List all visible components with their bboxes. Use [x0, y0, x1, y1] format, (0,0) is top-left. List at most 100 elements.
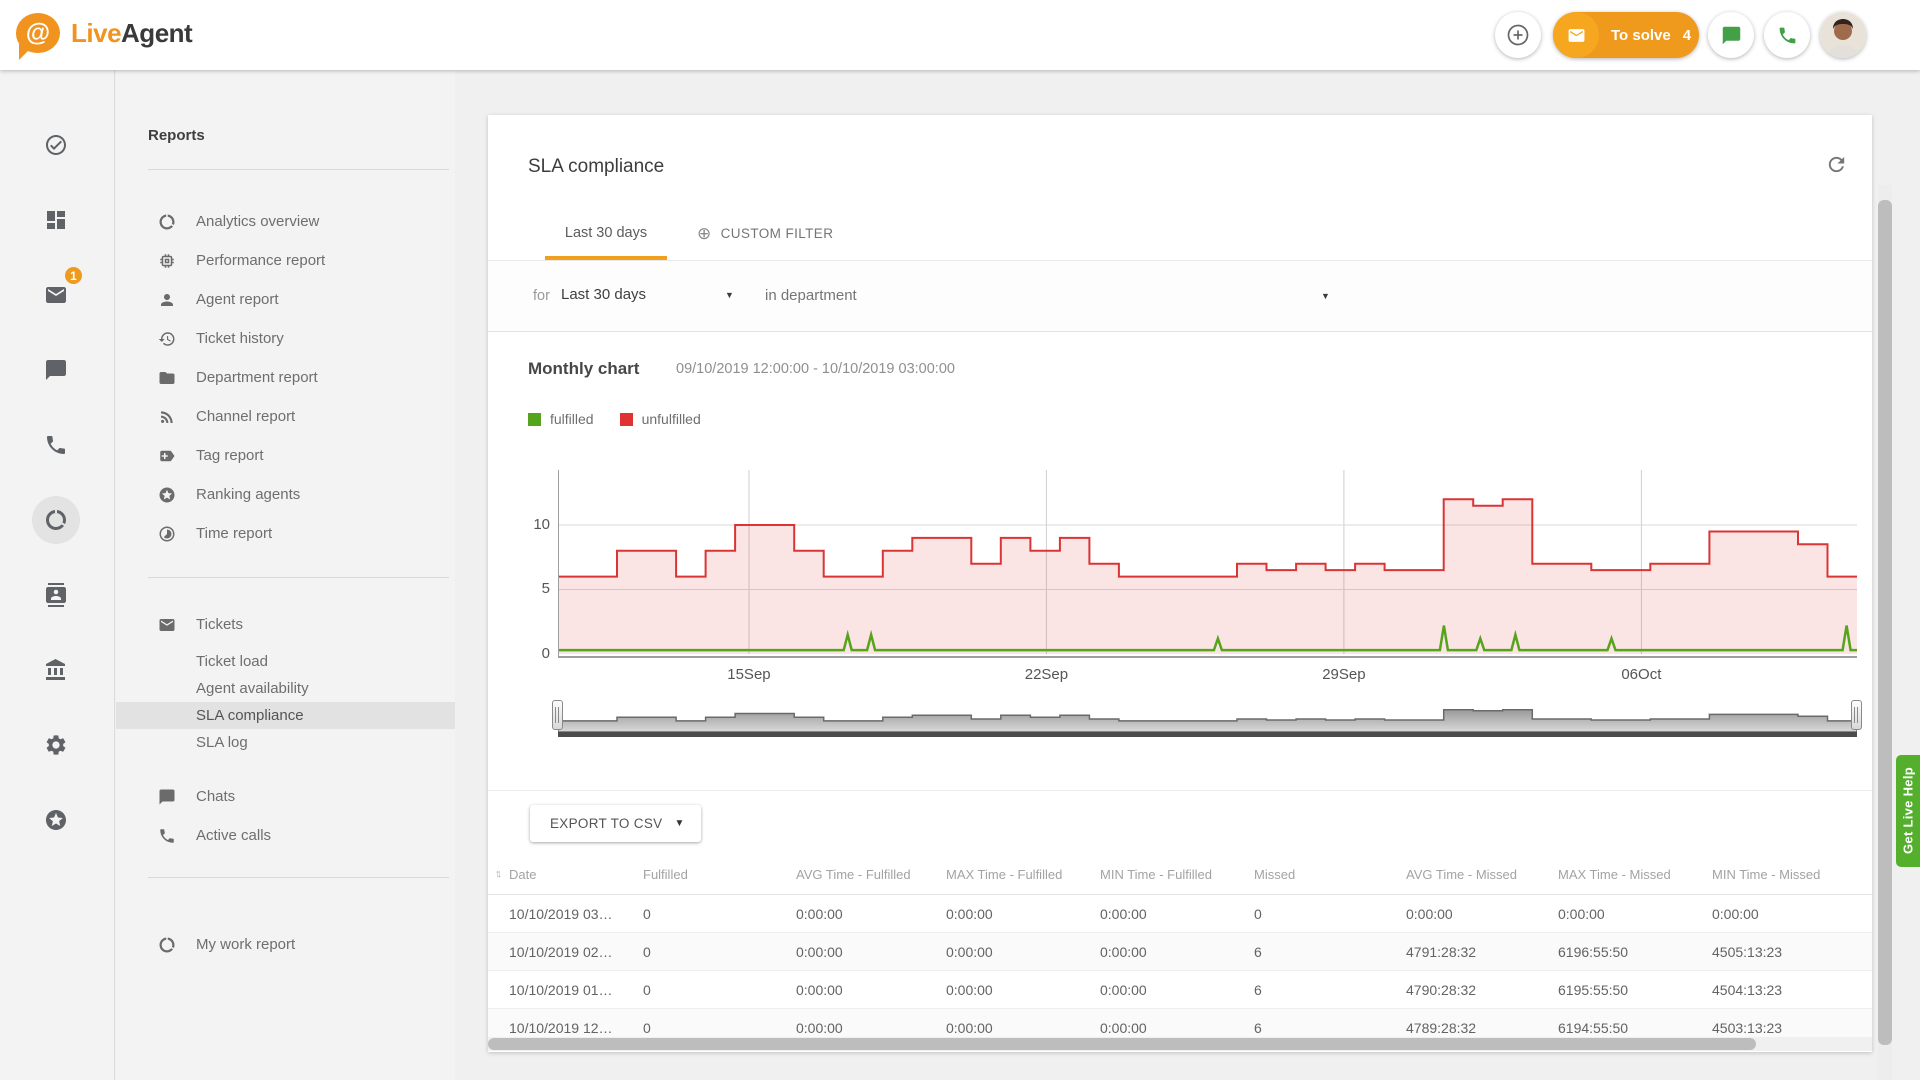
- sla-area-chart[interactable]: [558, 470, 1857, 658]
- cell-max-fulfilled: 0:00:00: [946, 906, 1100, 922]
- sidebar-item-icon: [158, 252, 176, 270]
- sidebar-item[interactable]: Ticket history: [116, 319, 455, 358]
- column-header[interactable]: MAX Time - Missed: [1558, 867, 1712, 882]
- reports-menu: Analytics overview Performance report Ag…: [116, 202, 455, 553]
- cell-missed: 6: [1254, 1020, 1406, 1036]
- dashboard-icon: [44, 208, 68, 232]
- table-row[interactable]: 10/10/2019 03… 0 0:00:00 0:00:00 0:00:00…: [488, 895, 1872, 933]
- mail-icon: [158, 616, 176, 634]
- rail-academy[interactable]: [32, 646, 80, 694]
- sidebar-item[interactable]: Performance report: [116, 241, 455, 280]
- sidebar-subitem[interactable]: SLA log: [116, 729, 455, 756]
- sidebar-item[interactable]: Time report: [116, 514, 455, 553]
- chats-button[interactable]: [1708, 12, 1754, 58]
- legend-unfulfilled: unfulfilled: [620, 411, 701, 427]
- sidebar-item-label: Active calls: [196, 827, 271, 844]
- tickets-badge: 1: [63, 265, 84, 286]
- range-handle-right[interactable]: [1851, 700, 1862, 730]
- export-to-csv-button[interactable]: EXPORT TO CSV ▼: [530, 805, 701, 842]
- column-header[interactable]: Missed: [1254, 867, 1406, 882]
- cell-avg-fulfilled: 0:00:00: [796, 1020, 946, 1036]
- table-row[interactable]: 10/10/2019 01… 0 0:00:00 0:00:00 0:00:00…: [488, 971, 1872, 1009]
- tab-custom-filter[interactable]: ⊕ CUSTOM FILTER: [697, 225, 833, 242]
- get-live-help-tab[interactable]: Get Live Help: [1896, 755, 1920, 867]
- department-dropdown[interactable]: in department ▼: [765, 287, 1055, 305]
- column-header[interactable]: MAX Time - Fulfilled: [946, 867, 1100, 882]
- range-handle-left[interactable]: [552, 700, 563, 730]
- sidebar-item[interactable]: Channel report: [116, 397, 455, 436]
- sidebar-item[interactable]: Agent report: [116, 280, 455, 319]
- rail-dashboard[interactable]: [32, 196, 80, 244]
- column-header[interactable]: MIN Time - Fulfilled: [1100, 867, 1254, 882]
- x-axis: 15Sep22Sep29Sep06Oct: [558, 666, 1857, 686]
- liveagent-logo[interactable]: @ LiveAgent: [16, 13, 192, 53]
- vertical-scrollbar-thumb[interactable]: [1878, 200, 1892, 1045]
- rail-tasks[interactable]: [32, 121, 80, 169]
- topbar: @ LiveAgent To solve 4: [0, 0, 1920, 70]
- sort-icon[interactable]: ↑↓: [495, 868, 498, 880]
- cell-max-fulfilled: 0:00:00: [946, 1020, 1100, 1036]
- phone-icon: [1777, 25, 1798, 46]
- rail-calls[interactable]: [32, 421, 80, 469]
- refresh-button[interactable]: [1825, 153, 1853, 181]
- sidebar-item-label: Chats: [196, 788, 235, 805]
- user-avatar[interactable]: [1820, 12, 1866, 58]
- chevron-down-icon: ▼: [725, 290, 734, 300]
- table-row[interactable]: 10/10/2019 02… 0 0:00:00 0:00:00 0:00:00…: [488, 933, 1872, 971]
- cell-max-fulfilled: 0:00:00: [946, 944, 1100, 960]
- rail-chats[interactable]: [32, 346, 80, 394]
- date-range-dropdown[interactable]: Last 30 days ▼: [561, 286, 741, 304]
- sidebar-subitem[interactable]: SLA compliance: [116, 702, 455, 729]
- rail-settings[interactable]: [32, 721, 80, 769]
- horizontal-scrollbar-thumb[interactable]: [488, 1038, 1756, 1050]
- column-header[interactable]: Fulfilled: [643, 867, 796, 882]
- sidebar-item-active-calls[interactable]: Active calls: [116, 816, 455, 855]
- column-header[interactable]: MIN Time - Missed: [1712, 867, 1872, 882]
- divider: [148, 169, 449, 170]
- sidebar-item[interactable]: Analytics overview: [116, 202, 455, 241]
- sidebar-item[interactable]: Tag report: [116, 436, 455, 475]
- rail-addons[interactable]: [32, 796, 80, 844]
- avatar-image: [1820, 12, 1866, 58]
- rail-customers[interactable]: [32, 571, 80, 619]
- rail-reports[interactable]: [32, 496, 80, 544]
- tab-last-30-days[interactable]: Last 30 days: [545, 225, 667, 241]
- chart-legend: fulfilled unfulfilled: [528, 411, 701, 427]
- add-button[interactable]: [1495, 12, 1541, 58]
- chevron-down-icon: ▼: [1321, 291, 1330, 301]
- sidebar-item-label: Channel report: [196, 408, 295, 425]
- chart-range-navigator[interactable]: [558, 703, 1857, 737]
- cell-min-missed: 4503:13:23: [1712, 1020, 1872, 1036]
- column-header[interactable]: AVG Time - Missed: [1406, 867, 1558, 882]
- column-header[interactable]: Date: [509, 867, 643, 882]
- cell-date: 10/10/2019 02…: [509, 944, 643, 960]
- tickets-submenu: Ticket load Agent availability SLA compl…: [116, 648, 455, 756]
- vertical-scrollbar[interactable]: [1878, 185, 1892, 1080]
- rail-tickets[interactable]: 1: [32, 271, 80, 319]
- cell-date: 10/10/2019 03…: [509, 906, 643, 922]
- cell-date: 10/10/2019 12…: [509, 1020, 643, 1036]
- cell-fulfilled: 0: [643, 944, 796, 960]
- check-circle-icon: [44, 133, 68, 157]
- brand-text: LiveAgent: [71, 18, 192, 49]
- cell-min-fulfilled: 0:00:00: [1100, 1020, 1254, 1036]
- column-header[interactable]: AVG Time - Fulfilled: [796, 867, 946, 882]
- sidebar-subitem[interactable]: Agent availability: [116, 675, 455, 702]
- y-axis-label: 5: [506, 580, 550, 597]
- cell-missed: 0: [1254, 906, 1406, 922]
- sidebar: Reports Analytics overview Performance r…: [116, 70, 455, 1080]
- to-solve-button[interactable]: To solve 4: [1553, 12, 1699, 58]
- sidebar-subitem[interactable]: Ticket load: [116, 648, 455, 675]
- divider: [488, 790, 1872, 791]
- sidebar-item[interactable]: Department report: [116, 358, 455, 397]
- star-circle-icon: [44, 808, 68, 832]
- sidebar-item-chats[interactable]: Chats: [116, 777, 455, 816]
- sidebar-item-my-work-report[interactable]: My work report: [116, 925, 455, 964]
- cell-avg-fulfilled: 0:00:00: [796, 982, 946, 998]
- calls-button[interactable]: [1764, 12, 1810, 58]
- sidebar-item-tickets[interactable]: Tickets: [116, 605, 455, 644]
- sidebar-item[interactable]: Ranking agents: [116, 475, 455, 514]
- to-solve-count: 4: [1683, 27, 1691, 44]
- horizontal-scrollbar[interactable]: [488, 1037, 1872, 1051]
- filter-bar: for Last 30 days ▼ in department ▼: [488, 261, 1872, 332]
